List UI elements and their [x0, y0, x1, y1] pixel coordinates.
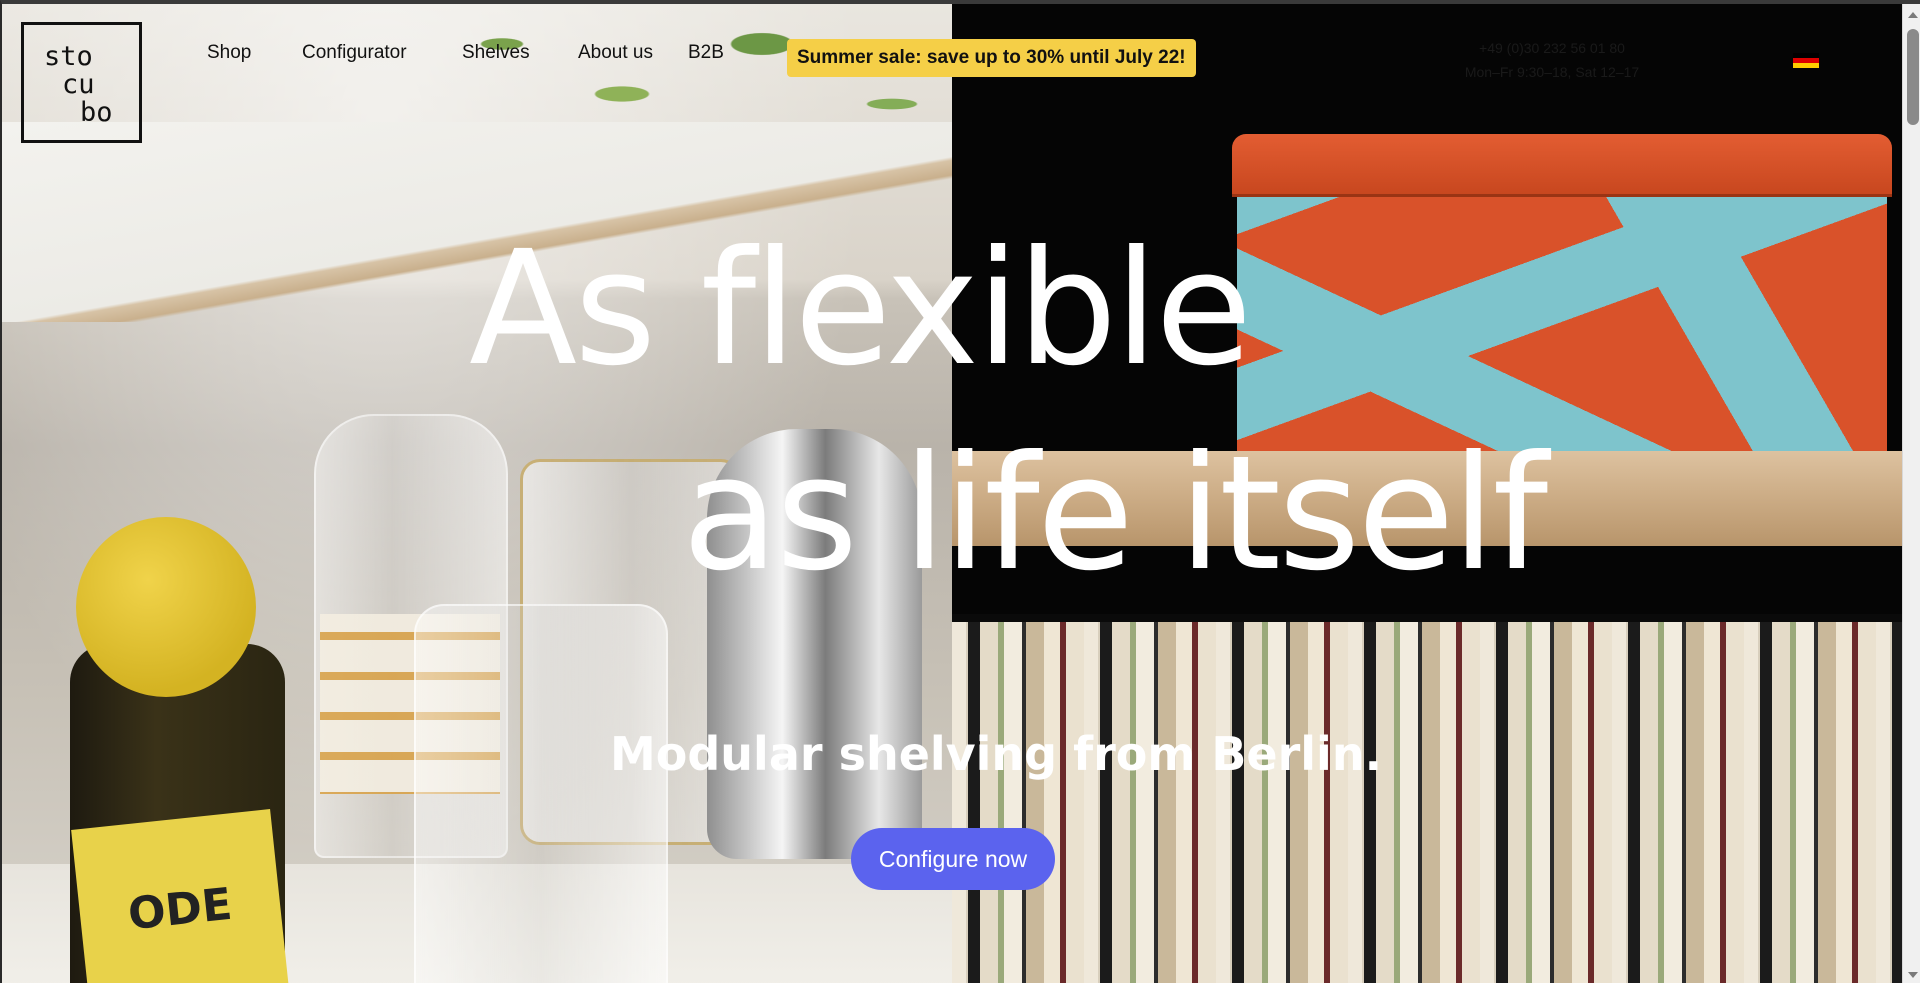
stocubo-logo[interactable]: sto cu bo	[21, 22, 142, 143]
nav-item-configurator[interactable]: Configurator	[302, 42, 462, 64]
nav-item-about-us[interactable]: About us	[578, 42, 688, 64]
bottle-label: ODE	[71, 809, 289, 983]
main-navigation: Shop Configurator Shelves About us B2B	[207, 42, 758, 64]
cocktail-shaker	[707, 429, 922, 859]
glass-tumbler	[414, 604, 668, 983]
vinyl-records	[952, 614, 1920, 983]
yellow-bottle-cap	[76, 517, 256, 697]
scrollbar-thumb[interactable]	[1907, 29, 1919, 125]
configure-now-button[interactable]: Configure now	[851, 828, 1055, 890]
page-scrollbar[interactable]	[1902, 4, 1920, 983]
nav-item-b2b[interactable]: B2B	[688, 42, 758, 64]
plant-leaves	[422, 4, 942, 164]
logo-line-2: cu	[62, 69, 95, 100]
contact-info: +49 (0)30 232 56 01 80 Mon–Fr 9:30–18, S…	[1442, 36, 1662, 84]
nav-item-shelves[interactable]: Shelves	[462, 42, 578, 64]
logo-line-3: bo	[80, 97, 113, 128]
hero-image-left: ODE	[2, 4, 952, 983]
summer-sale-banner[interactable]: Summer sale: save up to 30% until July 2…	[787, 39, 1196, 77]
scroll-up-arrow-icon[interactable]	[1908, 12, 1918, 18]
hero-image-right	[952, 4, 1920, 983]
germany-flag-icon[interactable]	[1793, 53, 1819, 68]
nav-item-shop[interactable]: Shop	[207, 42, 302, 64]
page-viewport: ODE sto cu bo Shop Configurator Shelves …	[0, 0, 1920, 983]
scroll-down-arrow-icon[interactable]	[1908, 972, 1918, 978]
wooden-shelf-board	[952, 451, 1920, 546]
logo-line-1: sto	[44, 41, 93, 72]
tin-lid	[1232, 134, 1892, 197]
phone-number[interactable]: +49 (0)30 232 56 01 80	[1442, 36, 1662, 60]
opening-hours: Mon–Fr 9:30–18, Sat 12–17	[1464, 64, 1640, 80]
